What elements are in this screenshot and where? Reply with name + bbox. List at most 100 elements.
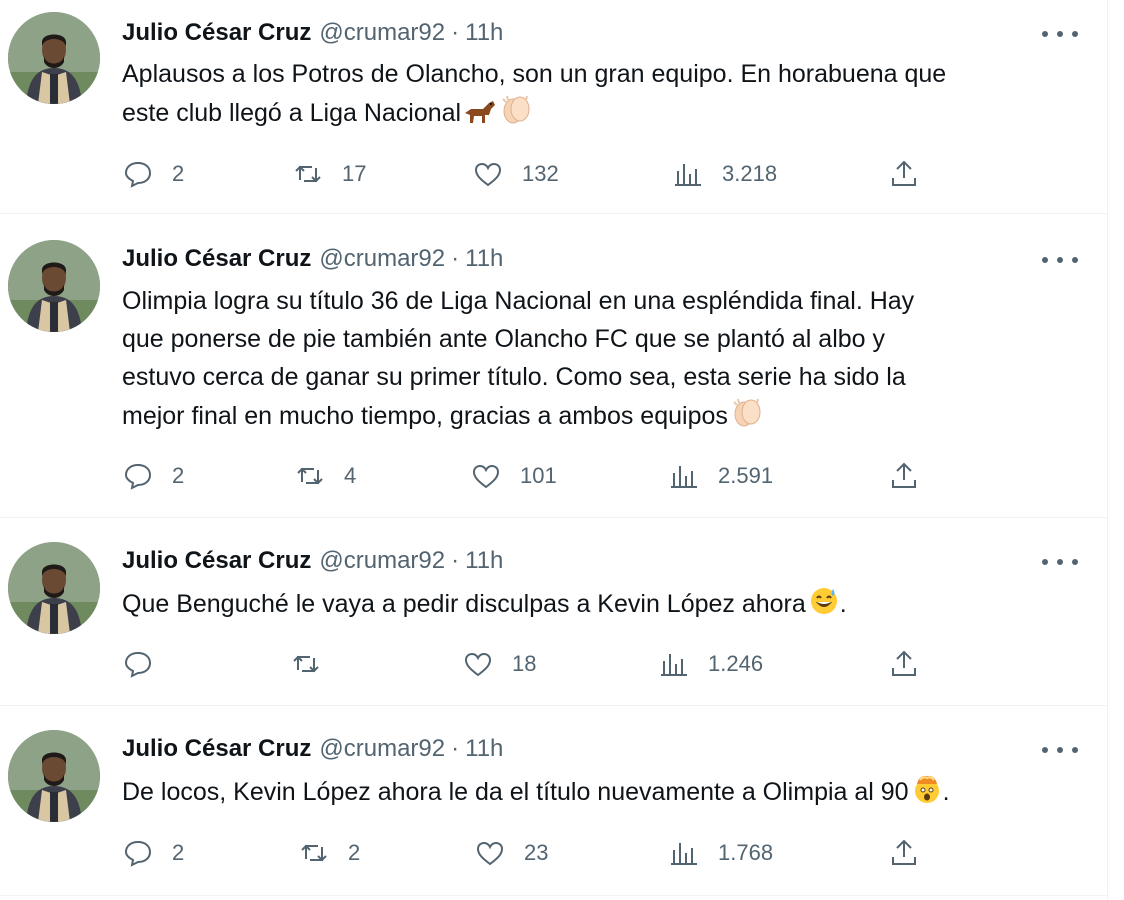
tweet[interactable]: Julio César Cruz @crumar92 · 11h Olimpia… [0,214,1108,518]
heart-icon [472,464,500,489]
tweet-actions: 2 2 23 1.768 [122,835,922,871]
views-button[interactable]: 2.591 [668,458,773,494]
tweet-actions: 18 1.246 [122,646,922,682]
user-handle[interactable]: @crumar92 [319,245,445,273]
more-options-icon[interactable] [1042,740,1078,760]
share-icon [892,839,916,865]
tweet-text-line-wrap: De locos, Kevin López ahora le da el tít… [122,772,1082,815]
tweet-feed: Julio César Cruz @crumar92 · 11h Aplauso… [0,0,1108,900]
timestamp[interactable]: 11h [465,735,503,763]
tweet-header: Julio César Cruz @crumar92 · 11h [122,16,503,50]
reply-icon [124,161,152,188]
user-handle[interactable]: @crumar92 [319,547,445,575]
avatar[interactable] [8,730,100,822]
more-options-icon[interactable] [1042,24,1078,44]
views-count: 2.591 [718,463,774,488]
repost-icon [301,844,327,862]
reply-count: 2 [172,463,185,488]
share-button[interactable] [888,156,920,192]
reply-icon [124,651,152,678]
like-count: 132 [522,161,559,186]
repost-count: 17 [342,161,367,186]
tweet-text-line: Aplausos a los Potros de Olancho, son un… [122,60,947,88]
share-button[interactable] [888,646,920,682]
views-count: 1.768 [718,840,774,865]
views-button[interactable]: 1.768 [668,835,773,871]
tweet-text-line-wrap: mejor final en mucho tiempo, gracias a a… [122,396,1082,439]
tweet[interactable]: Julio César Cruz @crumar92 · 11h De loco… [0,706,1108,896]
repost-button[interactable] [290,646,340,682]
repost-button[interactable]: 17 [292,156,366,192]
views-icon [671,466,697,488]
repost-icon [297,467,323,485]
views-icon [671,843,697,865]
heart-icon [464,652,492,677]
tweet-header: Julio César Cruz @crumar92 · 11h [122,732,503,766]
reply-button[interactable]: 2 [122,835,184,871]
separator-dot: · [451,735,460,762]
display-name[interactable]: Julio César Cruz [122,245,311,273]
display-name[interactable]: Julio César Cruz [122,19,311,47]
repost-button[interactable]: 2 [298,835,360,871]
separator-dot: · [451,547,460,574]
tweet-text-trailing: . [839,590,847,618]
tweet-text: Que Benguché le vaya a pedir disculpas a… [122,584,1082,627]
tweet[interactable]: Julio César Cruz @crumar92 · 11h Que Ben… [0,518,1108,706]
more-options-icon[interactable] [1042,250,1078,270]
tweet-actions: 2 4 101 2.591 [122,458,922,494]
reply-button[interactable]: 2 [122,156,184,192]
display-name[interactable]: Julio César Cruz [122,547,311,575]
tweet-text-line-wrap: este club llegó a Liga Nacional [122,93,1082,136]
tweet-text: Aplausos a los Potros de Olancho, son un… [122,55,1082,136]
like-button[interactable]: 101 [470,458,557,494]
like-count: 101 [520,463,557,488]
tweet[interactable]: Julio César Cruz @crumar92 · 11h Aplauso… [0,0,1108,214]
heart-icon [476,841,504,866]
share-button[interactable] [888,458,920,494]
avatar[interactable] [8,542,100,634]
views-count: 1.246 [708,651,764,676]
tweet-text-trailing: . [942,778,950,806]
repost-button[interactable]: 4 [294,458,356,494]
repost-count: 2 [348,840,361,865]
reply-count: 2 [172,161,185,186]
more-options-icon[interactable] [1042,552,1078,572]
like-button[interactable]: 132 [472,156,559,192]
repost-count: 4 [344,463,357,488]
reply-button[interactable]: 2 [122,458,184,494]
tweet-text-line: este club llegó a Liga Nacional [122,99,462,127]
tweet-text: De locos, Kevin López ahora le da el tít… [122,772,1082,815]
timestamp[interactable]: 11h [465,547,503,575]
reply-icon [124,463,152,490]
timestamp[interactable]: 11h [465,19,503,47]
avatar[interactable] [8,12,100,104]
separator-dot: · [451,19,460,46]
tweet-actions: 2 17 132 3.218 [122,156,922,192]
tweet-text-line-wrap: Que Benguché le vaya a pedir disculpas a… [122,584,1082,627]
like-count: 23 [524,840,549,865]
separator-dot: · [451,245,460,272]
user-handle[interactable]: @crumar92 [319,735,445,763]
reply-button[interactable] [122,646,172,682]
avatar[interactable] [8,240,100,332]
like-button[interactable]: 18 [462,646,536,682]
tweet-text-line: mejor final en mucho tiempo, gracias a a… [122,402,728,430]
tweet-text-line: que ponerse de pie también ante Olancho … [122,325,886,353]
share-button[interactable] [888,835,920,871]
tweet-text-line: Olimpia logra su título 36 de Liga Nacio… [122,287,915,315]
views-count: 3.218 [722,161,778,186]
tweet-text: Olimpia logra su título 36 de Liga Nacio… [122,282,1082,439]
views-button[interactable]: 3.218 [672,156,777,192]
timestamp[interactable]: 11h [465,245,503,273]
views-icon [675,164,701,186]
like-button[interactable]: 23 [474,835,548,871]
views-icon [661,654,687,676]
tweet-text-line: Que Benguché le vaya a pedir disculpas a… [122,590,806,618]
tweet-text-line: De locos, Kevin López ahora le da el tít… [122,778,909,806]
views-button[interactable]: 1.246 [658,646,763,682]
like-count: 18 [512,651,537,676]
user-handle[interactable]: @crumar92 [319,19,445,47]
display-name[interactable]: Julio César Cruz [122,735,311,763]
repost-icon [295,165,321,183]
heart-icon [474,162,502,187]
